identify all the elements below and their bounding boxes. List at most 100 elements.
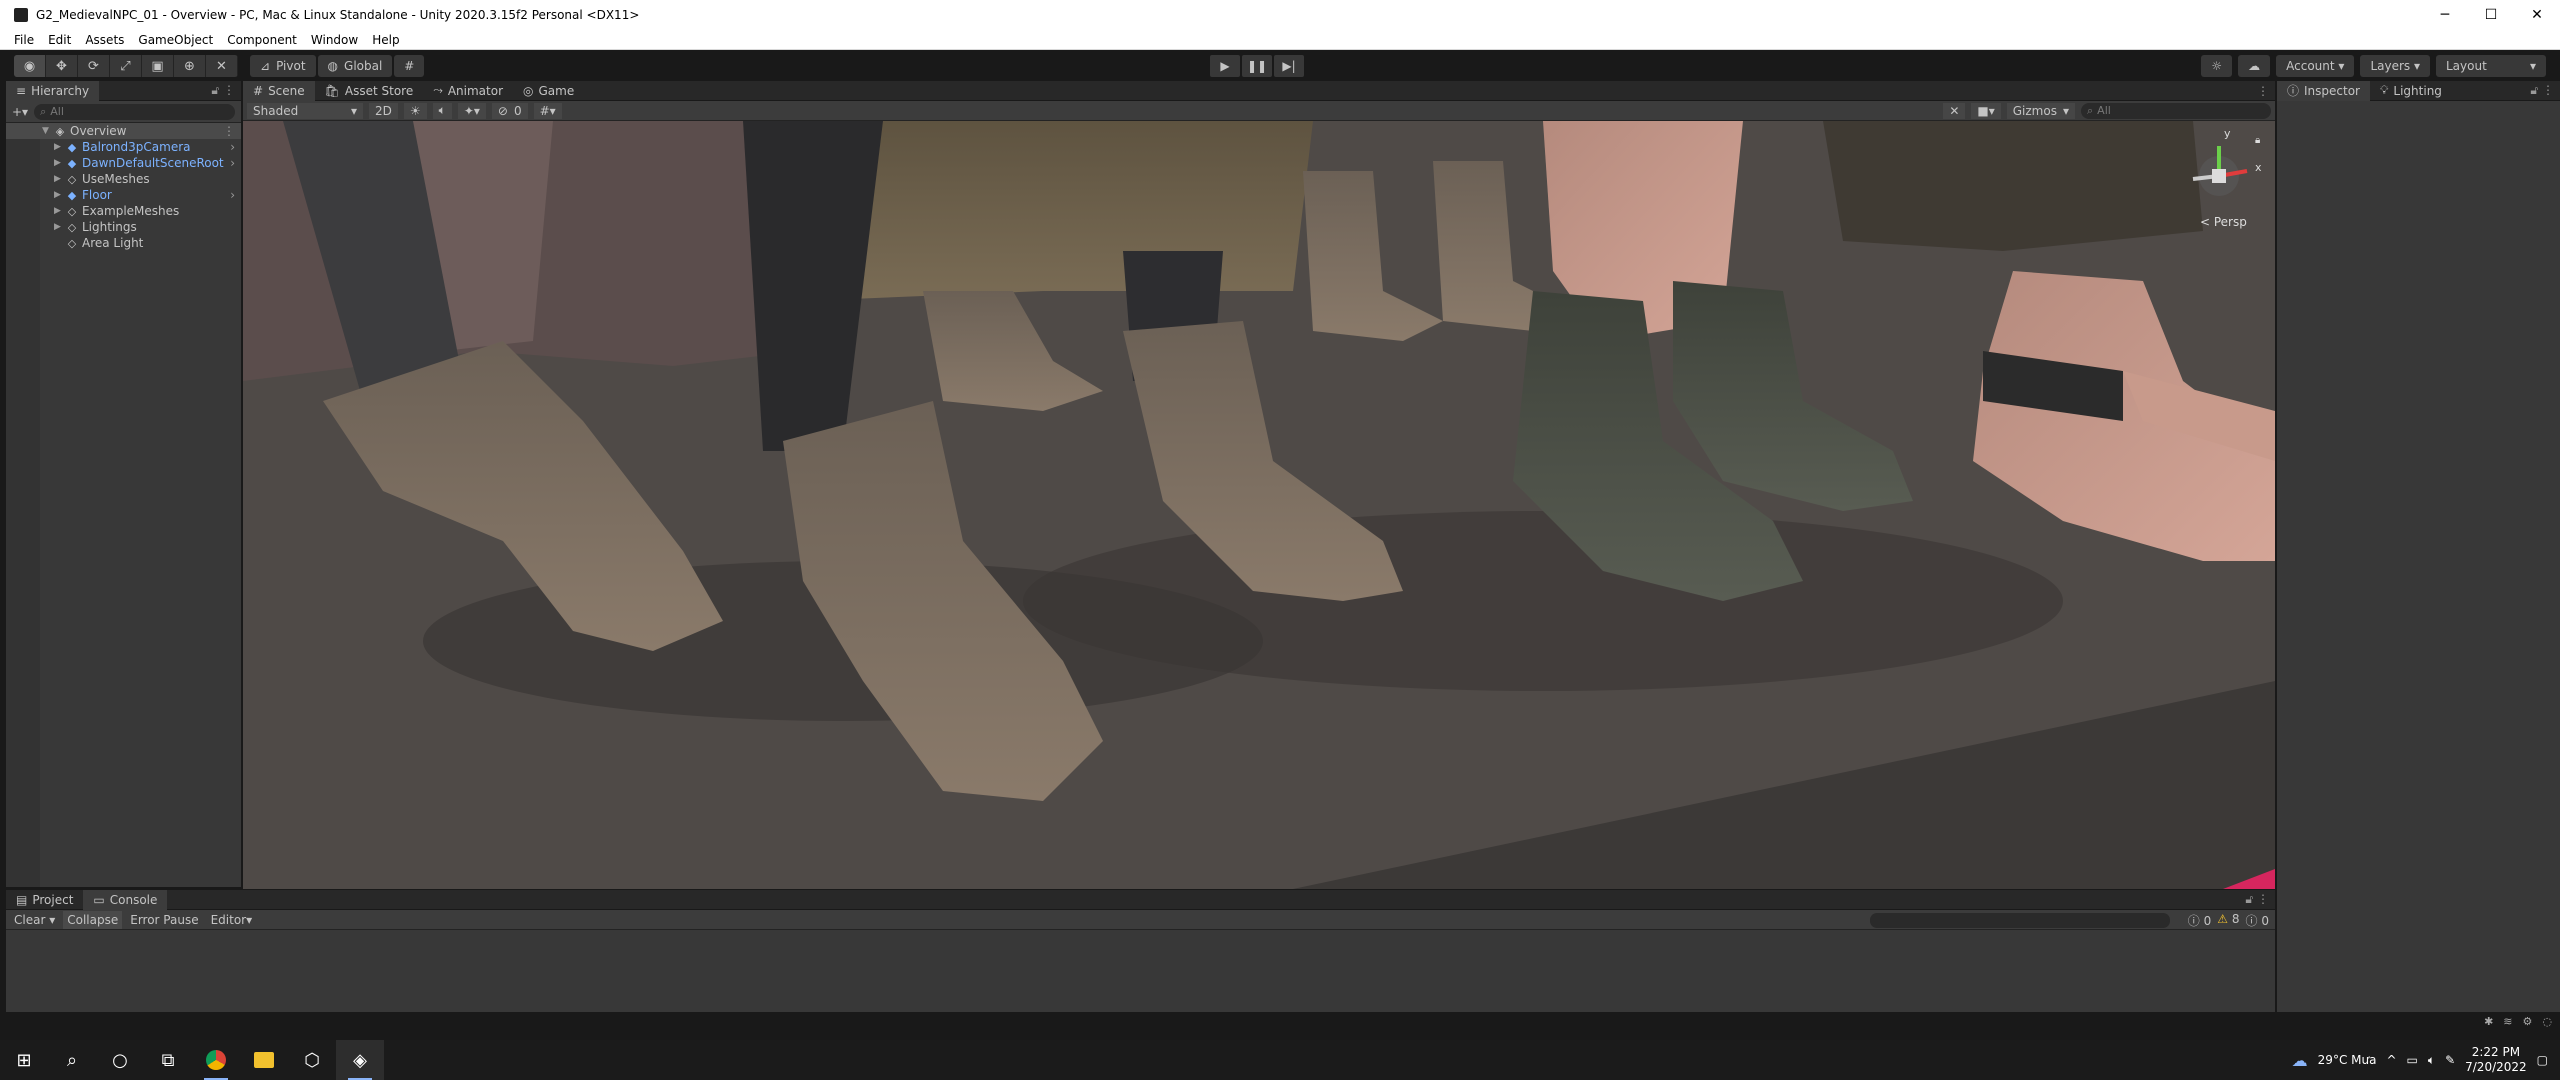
error-pause-toggle[interactable]: Error Pause bbox=[126, 911, 202, 929]
unity-editor-icon[interactable]: ◈ bbox=[336, 1040, 384, 1080]
layers-status-icon[interactable]: ≋ bbox=[2503, 1015, 2512, 1028]
tree-row-area-light[interactable]: ◇ Area Light bbox=[6, 235, 241, 251]
menu-edit[interactable]: Edit bbox=[48, 33, 71, 47]
expand-arrow-icon[interactable]: ▶ bbox=[54, 174, 66, 184]
expand-arrow-icon[interactable]: ▶ bbox=[54, 190, 66, 200]
tree-row-usemeshes[interactable]: ▶ ◇ UseMeshes bbox=[6, 171, 241, 187]
weather-cloud-icon[interactable]: ☁ bbox=[2292, 1051, 2308, 1070]
scale-tool-icon[interactable]: ⤢ bbox=[110, 55, 142, 77]
maximize-button[interactable]: ☐ bbox=[2468, 0, 2514, 30]
tree-row-examplemeshes[interactable]: ▶ ◇ ExampleMeshes bbox=[6, 203, 241, 219]
scene-viewport[interactable]: y x 🔒︎ < Persp bbox=[243, 121, 2275, 889]
tab-game[interactable]: ◎ Game bbox=[513, 81, 584, 101]
panel-menu-icon[interactable]: ⋮ bbox=[2257, 84, 2269, 98]
tree-row-dawndefaultsceneroot[interactable]: ▶ ◆ DawnDefaultSceneRoot › bbox=[6, 155, 241, 171]
refresh-icon[interactable]: ◌ bbox=[2542, 1015, 2552, 1028]
step-icon[interactable]: ▶| bbox=[1274, 55, 1304, 77]
expand-arrow-icon[interactable]: ▶ bbox=[54, 158, 66, 168]
menu-help[interactable]: Help bbox=[372, 33, 399, 47]
menu-component[interactable]: Component bbox=[227, 33, 297, 47]
tools-icon[interactable]: ✕ bbox=[1943, 102, 1966, 119]
search-icon[interactable]: ⌕ bbox=[48, 1040, 96, 1080]
tab-scene[interactable]: # Scene bbox=[243, 80, 315, 101]
transform-tool-icon[interactable]: ⊕ bbox=[174, 55, 206, 77]
tab-inspector[interactable]: ⓘ Inspector bbox=[2277, 80, 2370, 101]
rotate-tool-icon[interactable]: ⟳ bbox=[78, 55, 110, 77]
tab-asset-store[interactable]: 🛍︎ Asset Store bbox=[315, 81, 424, 101]
chrome-icon[interactable] bbox=[192, 1040, 240, 1080]
volume-icon[interactable]: 🔈︎ bbox=[2428, 1053, 2435, 1068]
chevron-right-icon[interactable]: › bbox=[230, 156, 235, 170]
effects-dropdown[interactable]: ✦▾ bbox=[457, 102, 486, 119]
tab-lighting[interactable]: 💡︎ Lighting bbox=[2370, 81, 2452, 101]
hidden-objects-toggle[interactable]: ⊘ 0 bbox=[491, 102, 528, 119]
menu-window[interactable]: Window bbox=[311, 33, 358, 47]
tree-row-lightings[interactable]: ▶ ◇ Lightings bbox=[6, 219, 241, 235]
windows-start-icon[interactable]: ⊞ bbox=[0, 1040, 48, 1080]
tab-animator[interactable]: ⤳ Animator bbox=[423, 81, 513, 101]
camera-dropdown[interactable]: ■▾ bbox=[1971, 102, 2001, 119]
grid-snap-button[interactable]: # bbox=[394, 55, 425, 77]
chevron-right-icon[interactable]: › bbox=[230, 140, 235, 154]
play-icon[interactable]: ▶ bbox=[1210, 55, 1240, 77]
layout-dropdown[interactable]: Layout ▾ bbox=[2436, 55, 2546, 77]
network-icon[interactable]: ▭ bbox=[2407, 1053, 2418, 1067]
move-tool-icon[interactable]: ✥ bbox=[46, 55, 78, 77]
expand-arrow-icon[interactable]: ▼ bbox=[42, 126, 54, 136]
pivot-toggle[interactable]: ⊿ Pivot bbox=[250, 55, 316, 77]
tab-project[interactable]: ▤ Project bbox=[6, 890, 83, 910]
panel-lock-icon[interactable]: 🔓︎ ⋮ bbox=[2530, 83, 2554, 98]
shading-mode-dropdown[interactable]: Shaded ▾ bbox=[247, 102, 363, 119]
minimize-button[interactable]: ─ bbox=[2422, 0, 2468, 30]
collapse-toggle[interactable]: Collapse bbox=[63, 910, 123, 929]
rect-tool-icon[interactable]: ▣ bbox=[142, 55, 174, 77]
gizmos-dropdown[interactable]: Gizmos ▾ bbox=[2006, 102, 2075, 119]
close-button[interactable]: ✕ bbox=[2514, 0, 2560, 30]
panel-lock-icon[interactable]: 🔓︎ ⋮ bbox=[211, 83, 235, 98]
tab-hierarchy[interactable]: ≡ Hierarchy bbox=[6, 80, 100, 101]
expand-arrow-icon[interactable]: ▶ bbox=[54, 142, 66, 152]
view-tool-eye-icon[interactable]: ◉ bbox=[14, 55, 46, 77]
account-dropdown[interactable]: Account ▾ bbox=[2276, 55, 2355, 77]
menu-assets[interactable]: Assets bbox=[85, 33, 124, 47]
cloud-icon[interactable]: ☁ bbox=[2238, 55, 2271, 77]
editor-dropdown[interactable]: Editor ▾ bbox=[207, 911, 257, 929]
warning-count-toggle[interactable]: ⚠ 8 bbox=[2217, 912, 2239, 929]
clock[interactable]: 2:22 PM 7/20/2022 bbox=[2465, 1045, 2527, 1075]
baking-icon[interactable]: ⚙ bbox=[2523, 1015, 2533, 1028]
unity-hub-icon[interactable]: ⬡ bbox=[288, 1040, 336, 1080]
tree-row-balrond3pcamera[interactable]: ▶ ◆ Balrond3pCamera › bbox=[6, 139, 241, 155]
2d-toggle[interactable]: 2D bbox=[369, 102, 398, 119]
notification-icon[interactable]: ▢ bbox=[2537, 1053, 2548, 1067]
hierarchy-search-input[interactable]: ⌕ All bbox=[34, 103, 235, 120]
expand-arrow-icon[interactable]: ▶ bbox=[54, 206, 66, 216]
global-toggle[interactable]: ◍ Global bbox=[317, 55, 393, 77]
bug-icon[interactable]: ✱ bbox=[2484, 1015, 2493, 1028]
perspective-label[interactable]: < Persp bbox=[2200, 215, 2247, 229]
add-object-button[interactable]: +▾ bbox=[12, 105, 28, 119]
gizmo-lock-icon[interactable]: 🔒︎ bbox=[2255, 135, 2260, 146]
menu-file[interactable]: File bbox=[14, 33, 34, 47]
weather-text[interactable]: 29°C Mưa bbox=[2318, 1053, 2377, 1067]
panel-lock-icon[interactable]: 🔓︎ ⋮ bbox=[2245, 892, 2269, 907]
menu-gameobject[interactable]: GameObject bbox=[138, 33, 213, 47]
tray-chevron-up-icon[interactable]: ^ bbox=[2386, 1053, 2396, 1067]
chevron-right-icon[interactable]: › bbox=[230, 188, 235, 202]
lighting-toggle-icon[interactable]: ☀ bbox=[403, 102, 427, 119]
cortana-circle-icon[interactable]: ○ bbox=[96, 1040, 144, 1080]
scene-row-overview[interactable]: ▼ ◈ Overview ⋮ bbox=[6, 123, 241, 139]
expand-arrow-icon[interactable]: ▶ bbox=[54, 222, 66, 232]
clear-dropdown[interactable]: Clear ▾ bbox=[10, 911, 59, 929]
console-search-input[interactable] bbox=[1870, 913, 2170, 928]
scene-menu-icon[interactable]: ⋮ bbox=[223, 124, 235, 138]
error-count-toggle[interactable]: ⓘ 0 bbox=[2246, 912, 2269, 929]
pause-icon[interactable]: ❚❚ bbox=[1242, 55, 1272, 77]
tree-row-floor[interactable]: ▶ ◆ Floor › bbox=[6, 187, 241, 203]
layers-dropdown[interactable]: Layers ▾ bbox=[2360, 55, 2430, 77]
task-view-icon[interactable]: ⧉ bbox=[144, 1040, 192, 1080]
grid-dropdown[interactable]: #▾ bbox=[533, 102, 562, 119]
log-count-toggle[interactable]: ⓘ 0 bbox=[2188, 912, 2211, 929]
collab-icon[interactable]: ☼ bbox=[2201, 55, 2233, 77]
audio-toggle-icon[interactable]: 🔈︎ bbox=[432, 102, 452, 119]
tab-console[interactable]: ▭ Console bbox=[83, 889, 168, 910]
